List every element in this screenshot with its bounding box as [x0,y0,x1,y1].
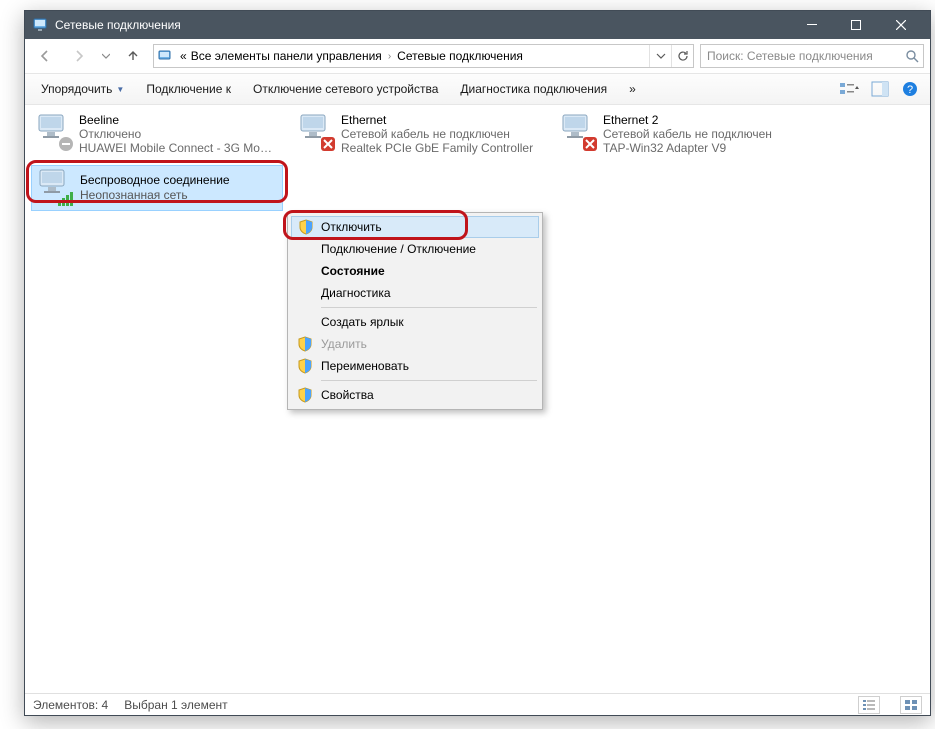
ctx-label: Диагностика [321,286,391,300]
connect-to-button[interactable]: Подключение к [136,78,241,100]
ctx-label: Создать ярлык [321,315,404,329]
connection-device: TAP-Win32 Adapter V9 [603,141,772,155]
svg-text:?: ? [907,84,913,96]
connection-icon [35,113,71,149]
refresh-button[interactable] [671,45,693,67]
chevron-down-icon: ▼ [116,85,124,94]
breadcrumb-bar[interactable]: « Все элементы панели управления › Сетев… [153,44,694,68]
forward-button[interactable] [65,43,93,69]
disable-label: Отключение сетевого устройства [253,82,438,96]
wifi-signal-icon [58,192,74,206]
window-title: Сетевые подключения [55,18,790,32]
ctx-properties[interactable]: Свойства [291,384,539,406]
maximize-button[interactable] [834,11,878,39]
breadcrumb-dropdown-button[interactable] [649,45,671,67]
search-input[interactable] [705,48,899,64]
connection-status: Сетевой кабель не подключен [341,127,533,141]
ctx-status[interactable]: Состояние [291,260,539,282]
network-connections-window: Сетевые подключения [24,10,931,716]
error-badge-icon [321,137,335,151]
connection-item-beeline[interactable]: Beeline Отключено HUAWEI Mobile Connect … [31,111,283,157]
more-commands-button[interactable]: » [619,78,646,100]
ctx-diagnose[interactable]: Диагностика [291,282,539,304]
view-large-icons-button[interactable] [900,696,922,714]
connection-device: Realtek PCIe GbE Family Controller [341,141,533,155]
shield-icon [298,219,314,235]
connection-name: Ethernet 2 [603,113,772,127]
connection-icon [36,168,72,204]
connection-name: Беспроводное соединение [80,173,230,188]
search-box[interactable] [700,44,924,68]
connection-icon [297,113,333,149]
diagnose-button[interactable]: Диагностика подключения [450,78,617,100]
minimize-button[interactable] [790,11,834,39]
view-options-button[interactable] [836,77,864,101]
organize-button[interactable]: Упорядочить ▼ [31,78,134,100]
connection-status: Неопознанная сеть [80,188,230,203]
disable-device-button[interactable]: Отключение сетевого устройства [243,78,448,100]
help-button[interactable]: ? [896,77,924,101]
ctx-label: Свойства [321,388,374,402]
breadcrumb-sep-icon: › [384,51,395,62]
app-icon [33,17,49,33]
back-button[interactable] [31,43,59,69]
more-label: » [629,82,636,96]
connection-name: Beeline [79,113,272,127]
shield-icon [297,387,313,403]
history-dropdown-button[interactable] [99,43,113,69]
location-icon [158,48,174,64]
disabled-badge-icon [59,137,73,151]
close-button[interactable] [878,11,924,39]
connection-name: Ethernet [341,113,533,127]
shield-icon [297,336,313,352]
ctx-connect-disconnect[interactable]: Подключение / Отключение [291,238,539,260]
organize-label: Упорядочить [41,82,112,96]
connection-item-ethernet[interactable]: Ethernet Сетевой кабель не подключен Rea… [293,111,545,157]
content-area[interactable]: Beeline Отключено HUAWEI Mobile Connect … [25,105,930,693]
connection-item-wireless[interactable]: Беспроводное соединение Неопознанная сет… [31,165,283,211]
ctx-delete: Удалить [291,333,539,355]
ctx-label: Состояние [321,264,385,278]
ctx-separator [321,380,537,381]
connection-icon [559,113,595,149]
diagnose-label: Диагностика подключения [460,82,607,96]
ctx-label: Переименовать [321,359,409,373]
breadcrumb-item-2[interactable]: Сетевые подключения [395,49,525,63]
breadcrumb-prefix: « [178,49,189,63]
up-button[interactable] [119,43,147,69]
address-bar-row: « Все элементы панели управления › Сетев… [25,39,930,73]
connection-status: Сетевой кабель не подключен [603,127,772,141]
shield-icon [297,358,313,374]
connection-device: HUAWEI Mobile Connect - 3G Mo… [79,141,272,155]
breadcrumb-item-1[interactable]: Все элементы панели управления [189,49,384,63]
ctx-label: Удалить [321,337,367,351]
ctx-separator [321,307,537,308]
preview-pane-button[interactable] [866,77,894,101]
status-selected-count: Выбран 1 элемент [124,698,227,712]
search-icon [905,49,919,63]
connection-status: Отключено [79,127,272,141]
ctx-label: Отключить [321,220,382,234]
ctx-rename[interactable]: Переименовать [291,355,539,377]
ctx-create-shortcut[interactable]: Создать ярлык [291,311,539,333]
ctx-disable[interactable]: Отключить [291,216,539,238]
connection-item-ethernet2[interactable]: Ethernet 2 Сетевой кабель не подключен T… [555,111,807,157]
error-badge-icon [583,137,597,151]
command-bar: Упорядочить ▼ Подключение к Отключение с… [25,73,930,105]
ctx-label: Подключение / Отключение [321,242,476,256]
connect-label: Подключение к [146,82,231,96]
status-elements-count: Элементов: 4 [33,698,108,712]
view-details-button[interactable] [858,696,880,714]
status-bar: Элементов: 4 Выбран 1 элемент [25,693,930,715]
context-menu: Отключить Подключение / Отключение Состо… [287,212,543,410]
titlebar: Сетевые подключения [25,11,930,39]
